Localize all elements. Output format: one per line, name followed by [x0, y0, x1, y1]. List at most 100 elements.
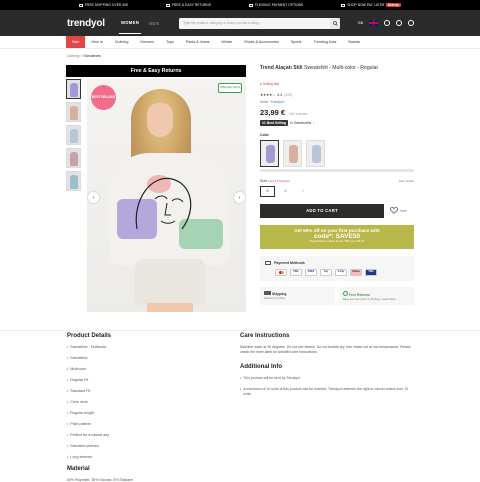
promo-code-banner: Get 50% off on your first purchase with …: [260, 224, 414, 249]
nav-item-trending-now[interactable]: Trending Now: [307, 36, 342, 48]
list-item: Regular Fit: [67, 378, 207, 382]
best-selling-badge: BEST SELLING: [91, 85, 116, 110]
bag-icon: [341, 3, 346, 7]
next-image-button[interactable]: ›: [234, 192, 245, 203]
tab-men[interactable]: MEN: [147, 13, 161, 34]
main-product-image[interactable]: BEST SELLING FREE RETURNS ‹ ›: [87, 79, 246, 312]
list-item: A maximum of 10 units of this product ca…: [240, 387, 415, 397]
thumbnail-image: [70, 175, 78, 189]
chevron-right-icon: ›: [238, 194, 241, 201]
add-to-cart-button[interactable]: ADD TO CART: [260, 203, 384, 218]
product-info: Trend Alaçatı Stili Sweatshirt - Multi-c…: [260, 65, 414, 305]
thumbnail[interactable]: [66, 171, 81, 191]
rating-value: 4.4: [277, 92, 283, 97]
list-item: Sweatshirt - Multicolor: [67, 345, 207, 349]
truck-icon: [264, 290, 271, 295]
truck-icon: [79, 3, 83, 7]
free-returns-badge: FREE RETURNS: [218, 83, 242, 93]
uk-flag-icon[interactable]: [369, 20, 378, 26]
heart-icon: [390, 207, 398, 215]
chevron-left-icon: ‹: [92, 194, 95, 201]
product-details-title: Product Details: [67, 333, 112, 339]
list-item: Sweatshirt: [67, 356, 207, 360]
currency-label[interactable]: GB: [358, 21, 363, 25]
search-input[interactable]: Type the product, category or brand you …: [183, 21, 261, 25]
product-name: Sweatshirt - Multi-color - Regular: [303, 65, 379, 71]
price-note: VAT included: [289, 111, 308, 116]
nav-item-sale[interactable]: Sale: [66, 36, 86, 48]
thumbnail-image: [70, 106, 78, 120]
best-selling-rank[interactable]: #1 Best Selling in Sweatshirts ›: [260, 119, 414, 126]
thumbnail[interactable]: [66, 148, 81, 168]
product-brand[interactable]: Trend Alaçatı Stili: [260, 65, 303, 71]
account-icon[interactable]: [384, 20, 390, 26]
model-legs: [147, 303, 193, 312]
nav-item-shoes-accessories[interactable]: Shoes & Accessories: [238, 36, 285, 48]
color-swatch[interactable]: [283, 139, 302, 167]
size-option-l[interactable]: L: [296, 186, 311, 197]
thumbnail[interactable]: [66, 125, 81, 145]
list-item: Standard sleeves: [67, 444, 207, 448]
size-guide-link[interactable]: Size Guide: [399, 179, 414, 183]
color-label: Color: [260, 132, 269, 137]
nav-item-pants-jeans[interactable]: Pants & Jeans: [180, 36, 216, 48]
review-count[interactable]: (229): [284, 93, 292, 97]
payment-logos: VISA AMEX Pay G Pay Klarna VISA: [275, 268, 409, 276]
product-details-list: Sweatshirt - Multicolor Sweatshirt Multi…: [67, 345, 207, 459]
nav-item-sports[interactable]: Sports: [285, 36, 308, 48]
size-options: S M L: [260, 185, 414, 197]
thumbnail[interactable]: [66, 79, 81, 99]
google-pay-icon: G Pay: [335, 268, 347, 276]
nav-item-tops[interactable]: Tops: [160, 36, 180, 48]
card-icon: [249, 3, 254, 7]
search-button[interactable]: [330, 17, 341, 29]
swatch-scrollbar[interactable]: [260, 168, 414, 172]
amex-icon: AMEX: [305, 268, 317, 276]
search-bar[interactable]: Type the product, category or brand you …: [179, 17, 341, 29]
star-rating-icon: ★★★★☆: [260, 92, 276, 97]
tab-women[interactable]: WOMEN: [119, 12, 142, 34]
favorites-icon[interactable]: [396, 20, 402, 26]
breadcrumb: Clothing > Sweatshirts: [0, 49, 480, 61]
rating-row[interactable]: ★★★★☆ 4.4 (229): [260, 93, 414, 97]
favorite-button[interactable]: Save: [390, 207, 407, 215]
free-returns-banner: Free & Easy Returns: [66, 65, 246, 77]
size-option-s[interactable]: S: [260, 185, 275, 197]
product-details-column: Product Details Sweatshirt - Multicolor …: [67, 333, 207, 482]
nav-item-winter[interactable]: Winter: [216, 36, 239, 48]
swatch-image: [312, 144, 321, 163]
color-swatch[interactable]: [306, 139, 325, 167]
thumbnail[interactable]: [66, 102, 81, 122]
apple-pay-icon: Pay: [320, 268, 332, 276]
mastercard-icon: [275, 268, 287, 276]
color-swatch[interactable]: [260, 139, 279, 167]
nav-item-clothing[interactable]: Clothing: [109, 36, 135, 48]
list-item: Perfect for a casual day: [67, 433, 207, 437]
model-skirt: [135, 259, 205, 305]
promo-code: code*: SAVE50: [313, 232, 361, 240]
nav-item-new-in[interactable]: New In: [85, 36, 108, 48]
size-option-m[interactable]: M: [278, 186, 293, 197]
trendyol-logo[interactable]: trendyol: [67, 18, 113, 29]
payment-methods-box: Payment Methods VISA AMEX Pay G Pay Klar…: [260, 255, 414, 281]
free-returns-box[interactable]: Free Returns Easy and free return in 30 …: [339, 286, 414, 305]
swatch-image: [266, 144, 275, 163]
product-description-section: Product Details Sweatshirt - Multicolor …: [0, 330, 480, 482]
cart-icon[interactable]: [408, 20, 414, 26]
care-column: Care Instructions Machine wash at 30 deg…: [240, 333, 415, 403]
seller-row: Seller: Trendyol: [260, 99, 284, 104]
thumbnail-image: [70, 129, 78, 143]
list-item: Standard Fit: [67, 389, 207, 393]
prev-image-button[interactable]: ‹: [88, 192, 99, 203]
list-item: This product will be sent by Trendyol.: [240, 376, 415, 381]
card-icon: [265, 260, 271, 265]
category-nav: Sale New In Clothing Dresses Tops Pants …: [0, 36, 480, 49]
additional-info-title: Additional Info: [240, 363, 282, 370]
service-info: Shipping Delivery in 5 days Free Returns…: [260, 286, 414, 305]
nav-item-brands[interactable]: Brands: [342, 36, 366, 48]
care-text: Machine wash at 30 degrees. Do not use b…: [240, 345, 411, 355]
nav-item-dresses[interactable]: Dresses: [134, 36, 160, 48]
seller-link[interactable]: Trendyol: [271, 100, 284, 104]
shipping-box: Shipping Delivery in 5 days: [260, 286, 335, 305]
breadcrumb-parent[interactable]: Clothing: [67, 54, 79, 58]
